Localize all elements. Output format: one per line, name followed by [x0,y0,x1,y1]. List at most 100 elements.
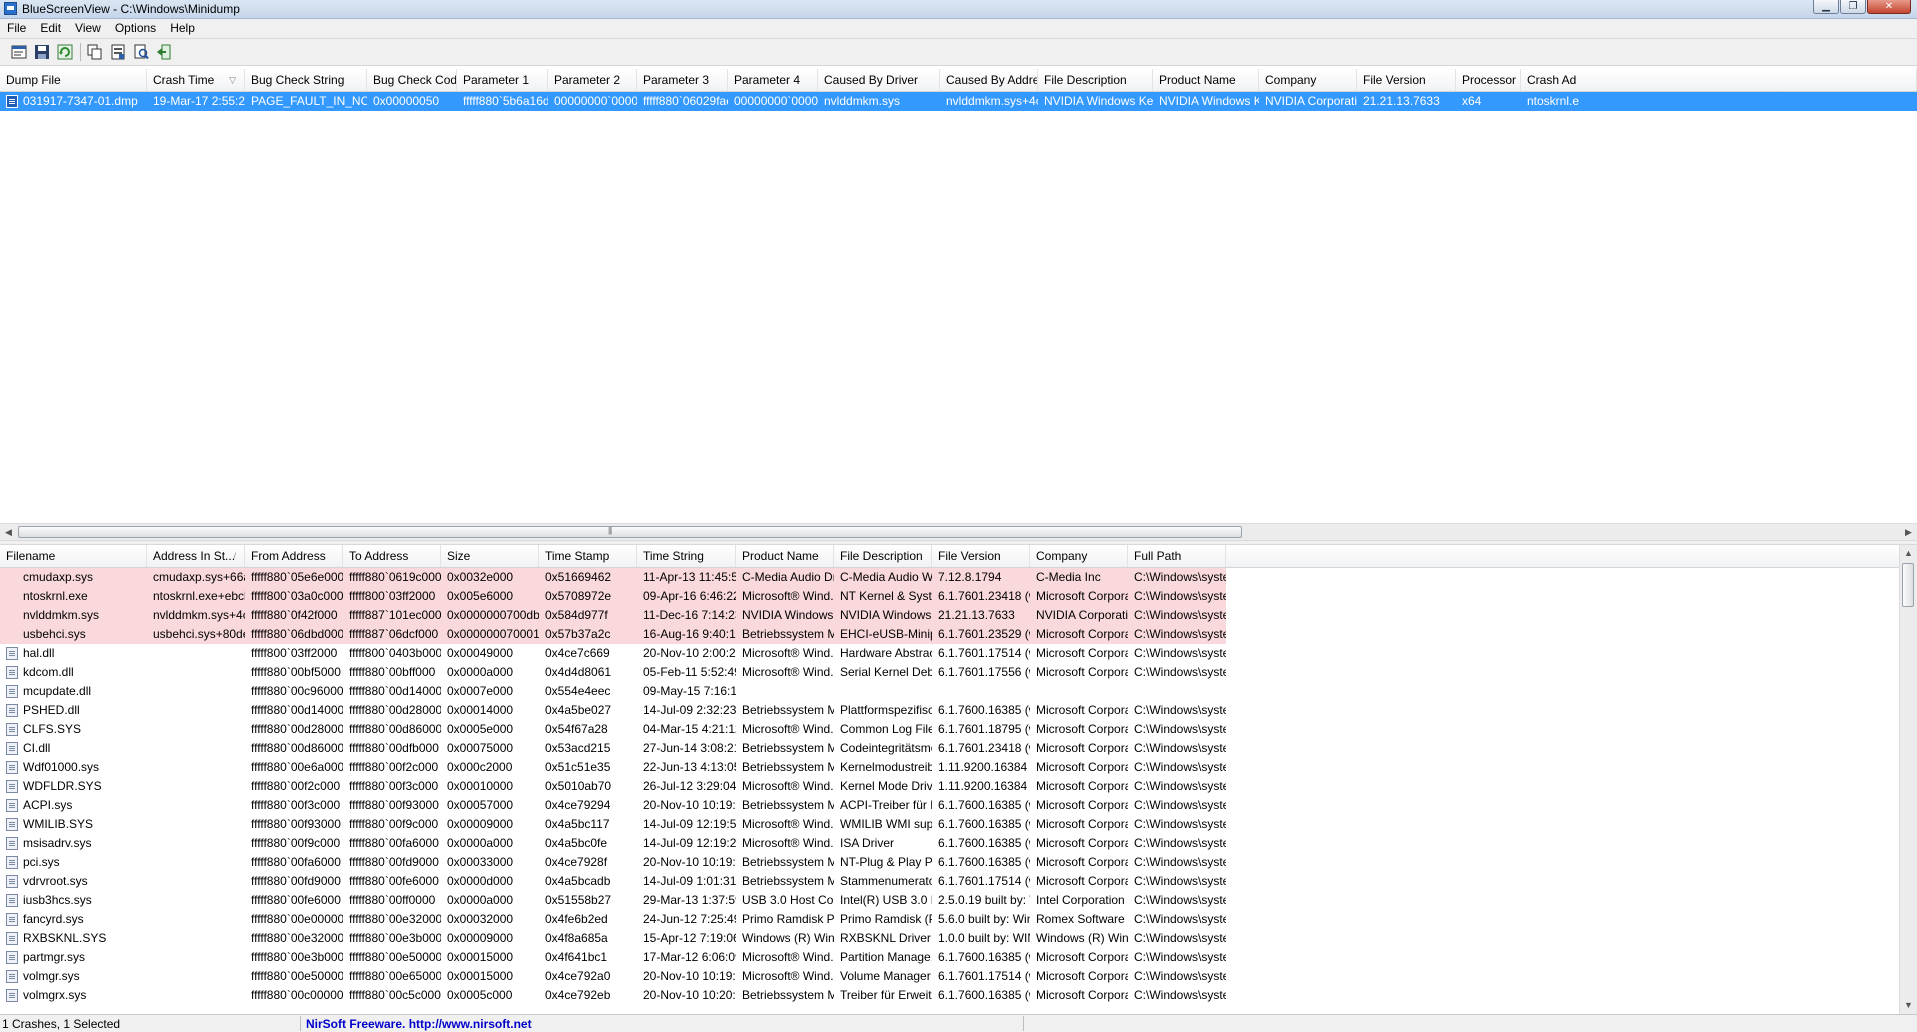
menu-view[interactable]: View [68,19,108,38]
driver-row[interactable]: volmgrx.sys fffff880`00c00000 fffff880`00c… [0,986,1900,1005]
driver-row[interactable]: vdrvroot.sys fffff880`00fd9000 fffff880`00… [0,872,1900,891]
column-header-size[interactable]: Size [441,545,539,567]
cell-time-stamp: 0x54f67a28 [545,722,608,736]
cell-time-stamp: 0x4ce7928f [545,855,608,869]
crash-list-hscrollbar[interactable]: ◀ ||| ▶ [0,523,1917,541]
scrollbar-thumb[interactable] [18,526,1242,538]
scrollbar-thumb[interactable] [1902,563,1914,607]
scroll-up-icon[interactable]: ▲ [1900,545,1917,562]
column-header-company[interactable]: Company [1030,545,1128,567]
cell-file-description: Primo Ramdisk (Pr... [840,912,932,926]
column-header-time-string[interactable]: Time String [637,545,736,567]
html-report-button[interactable] [107,41,129,63]
column-header-file-version[interactable]: File Version [932,545,1030,567]
nirsoft-link[interactable]: NirSoft Freeware. http://www.nirsoft.net [306,1017,532,1031]
cell-time-string: 15-Apr-12 7:19:06 ... [643,931,736,945]
column-header-processor[interactable]: Processor [1456,69,1521,91]
driver-row[interactable]: hal.dll fffff800`03ff2000 fffff800`0403b00… [0,644,1900,663]
find-button[interactable] [130,41,152,63]
driver-row[interactable]: pci.sys fffff880`00fa6000 fffff880`00fd900… [0,853,1900,872]
cell-to-address: fffff880`0619c000 [343,568,441,587]
copy-button[interactable] [84,41,106,63]
driver-row[interactable]: msisadrv.sys fffff880`00f9c000 fffff880`00… [0,834,1900,853]
column-header-full-path[interactable]: Full Path [1128,545,1226,567]
cell-to-address: fffff800`03ff2000 [343,587,441,606]
column-header-parameter-2[interactable]: Parameter 2 [548,69,637,91]
column-header-file-description[interactable]: File Description [1038,69,1153,91]
column-header-parameter-4[interactable]: Parameter 4 [728,69,818,91]
column-header-from-address[interactable]: From Address [245,545,343,567]
driver-row[interactable]: usbehci.sysusbehci.sys+80de0...fffff880`… [0,625,1900,644]
driver-row[interactable]: kdcom.dll fffff880`00bf5000 fffff880`00bff… [0,663,1900,682]
column-header-crash-time[interactable]: Crash Time ▽ [147,69,245,91]
column-header-product-name[interactable]: Product Name [736,545,834,567]
cell-to-address: fffff880`00fe6000 [349,874,439,888]
driver-row[interactable]: fancyrd.sys fffff880`00e00000 fffff880`00e… [0,910,1900,929]
save-button[interactable] [31,41,53,63]
column-header-bug-check-string[interactable]: Bug Check String [245,69,367,91]
column-header-time-stamp[interactable]: Time Stamp [539,545,637,567]
driver-row[interactable]: ACPI.sys fffff880`00f3c000 fffff880`00f930… [0,796,1900,815]
column-header-dump-file[interactable]: Dump File [0,69,147,91]
menu-help[interactable]: Help [163,19,202,38]
cell-time-string: 05-Feb-11 5:52:49 ... [643,665,736,679]
driver-row[interactable]: iusb3hcs.sys fffff880`00fe6000 fffff880`00… [0,891,1900,910]
column-header-file-description[interactable]: File Description [834,545,932,567]
driver-row[interactable]: cmudaxp.syscmudaxp.sys+66adbfffff880`05e… [0,568,1900,587]
column-header-address-in-st[interactable]: Address In St... / [147,545,245,567]
refresh-button[interactable] [54,41,76,63]
scroll-left-icon[interactable]: ◀ [0,524,17,541]
driver-row[interactable]: RXBSKNL.SYS fffff880`00e32000 fffff880`00e… [0,929,1900,948]
column-header-crash-ad[interactable]: Crash Ad [1521,69,1917,91]
menu-edit[interactable]: Edit [33,19,68,38]
crash-row[interactable]: 031917-7347-01.dmp 19-Mar-17 2:55:24 ... P… [0,92,1917,111]
column-header-caused-by-driver[interactable]: Caused By Driver [818,69,940,91]
app-icon [4,2,17,15]
driver-row[interactable]: partmgr.sys fffff880`00e3b000 fffff880`00e… [0,948,1900,967]
driver-row[interactable]: ntoskrnl.exentoskrnl.exe+ebcb1fffff800`0… [0,587,1900,606]
column-header-parameter-1[interactable]: Parameter 1 [457,69,548,91]
scroll-down-icon[interactable]: ▼ [1900,997,1917,1014]
driver-row[interactable]: mcupdate.dll fffff880`00c96000 fffff880`00… [0,682,1900,701]
column-header-to-address[interactable]: To Address [343,545,441,567]
column-header-filename[interactable]: Filename [0,545,147,567]
scroll-right-icon[interactable]: ▶ [1900,524,1917,541]
cell-product-name: Microsoft® Wind... [742,817,834,831]
driver-row[interactable]: PSHED.dll fffff880`00d14000 fffff880`00d28… [0,701,1900,720]
exit-button[interactable] [153,41,175,63]
maximize-button[interactable]: ❐ [1840,0,1866,14]
column-header-file-version[interactable]: File Version [1357,69,1456,91]
cell-product-name: Windows (R) Win ... [742,931,834,945]
column-header-parameter-3[interactable]: Parameter 3 [637,69,728,91]
driver-row[interactable]: WMILIB.SYS fffff880`00f93000 fffff880`00f9… [0,815,1900,834]
cell-size: 0x000c2000 [447,760,513,774]
column-header-product-name[interactable]: Product Name [1153,69,1259,91]
column-header-caused-by-address[interactable]: Caused By Address [940,69,1038,91]
minimize-button[interactable]: ▁ [1813,0,1839,14]
driver-row[interactable]: WDFLDR.SYS fffff880`00f2c000 fffff880`00f3… [0,777,1900,796]
cell-company: Romex Software [1036,912,1125,926]
cell-time-stamp: 0x4a5bc0fe [545,836,608,850]
driver-row[interactable]: Wdf01000.sys fffff880`00e6a000 fffff880`00… [0,758,1900,777]
driver-row[interactable]: CLFS.SYS fffff880`00d28000 fffff880`00d860… [0,720,1900,739]
cell-to-address: fffff880`00f2c000 [349,760,439,774]
cell-company [1030,682,1128,701]
cell-full-path: C:\Windows\syste... [1134,931,1226,945]
menu-options[interactable]: Options [108,19,163,38]
cell-full-path: C:\Windows\syste... [1134,969,1226,983]
cell-time-string: 14-Jul-09 1:01:31 A... [643,874,736,888]
properties-button[interactable] [8,41,30,63]
driver-row[interactable]: volmgr.sys fffff880`00e50000 fffff880`00e6… [0,967,1900,986]
menu-file[interactable]: File [0,19,33,38]
driver-row[interactable]: CI.dll fffff880`00d86000 fffff880`00dfb000… [0,739,1900,758]
cell-full-path: C:\Windows\syste... [1134,741,1226,755]
driver-row[interactable]: nvlddmkm.sysnvlddmkm.sys+4c...fffff880`0… [0,606,1900,625]
driver-list-vscrollbar[interactable]: ▲ ▼ [1899,545,1917,1014]
cell-address-in-st [147,929,245,948]
cell-product-name: Betriebssystem Mi... [742,988,834,1002]
column-header-bug-check-code[interactable]: Bug Check Code [367,69,457,91]
cell-file-version: 6.1.7600.16385 (wi... [938,950,1030,964]
close-button[interactable]: ✕ [1867,0,1911,14]
column-header-company[interactable]: Company [1259,69,1357,91]
cell-file-description: ACPI-Treiber für NT [840,798,932,812]
